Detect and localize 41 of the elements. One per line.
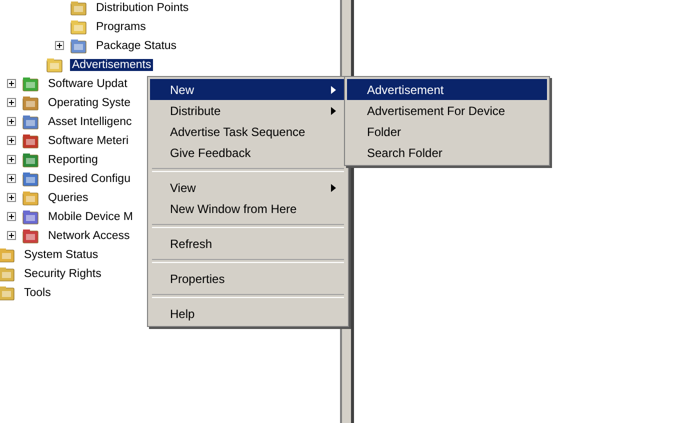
expand-icon[interactable] [6,79,16,88]
tree-item[interactable]: Programs [94,20,148,32]
tree-item[interactable]: Desired Configu [46,172,132,184]
tree-item[interactable]: Reporting [46,154,100,166]
expand-icon[interactable] [6,136,16,145]
tree-item[interactable]: Security Rights [22,268,104,280]
menu-item[interactable]: View [150,177,346,198]
folder-icon [46,56,64,72]
tree-item[interactable]: Distribution Points [94,2,191,14]
tree-item[interactable]: Software Updat [46,78,130,90]
folder-icon [70,18,88,34]
tree-item[interactable]: Package Status [94,40,179,52]
menu-item[interactable]: Advertisement For Device [347,100,547,121]
expand-icon[interactable] [6,193,16,202]
menu-item[interactable]: New Window from Here [150,198,346,219]
menu-item[interactable]: Properties [150,268,346,289]
menu-item[interactable]: Advertise Task Sequence [150,121,346,142]
menu-item[interactable]: Give Feedback [150,142,346,163]
tree-item[interactable]: Operating Syste [46,96,132,108]
tree-item[interactable]: Mobile Device M [46,210,135,222]
expand-icon[interactable] [6,174,16,183]
menu-item[interactable]: New [150,79,346,100]
menu-item[interactable]: Refresh [150,233,346,254]
tree-item[interactable]: Queries [46,192,90,204]
expand-icon[interactable] [6,231,16,240]
menu-item[interactable]: Distribute [150,100,346,121]
menu-item[interactable]: Folder [347,121,547,142]
expand-icon[interactable] [6,155,16,164]
menu-item[interactable]: Help [150,303,346,324]
tree-item[interactable]: Software Meteri [46,134,131,146]
menu-item[interactable]: Search Folder [347,142,547,163]
expand-icon[interactable] [6,98,16,107]
tree-item[interactable]: System Status [22,248,100,260]
expand-icon[interactable] [54,41,64,50]
expand-icon[interactable] [6,117,16,126]
menu-item[interactable]: Advertisement [347,79,547,100]
tree-item[interactable]: Tools [22,286,53,298]
tree-item[interactable]: Network Access [46,230,132,242]
expand-icon[interactable] [6,212,16,221]
tree-item[interactable]: Asset Intelligenc [46,116,134,128]
tree-item[interactable]: Advertisements [70,58,154,70]
